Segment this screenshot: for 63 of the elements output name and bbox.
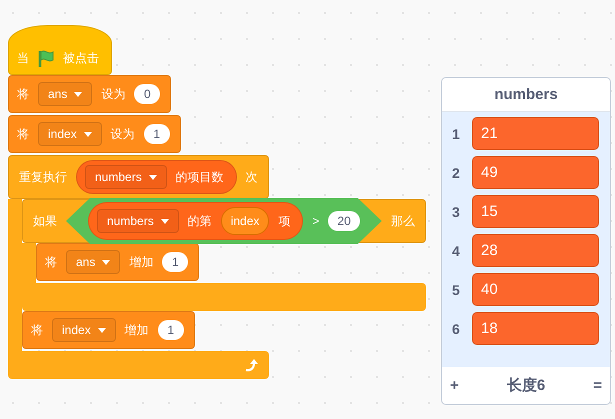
variable-dropdown[interactable]: numbers: [97, 209, 179, 233]
block-label: 重复执行: [19, 168, 67, 186]
item-index: 2: [452, 164, 461, 180]
block-label: 将: [31, 322, 43, 338]
number-field[interactable]: 1: [162, 252, 188, 272]
list-item-field[interactable]: 40: [472, 273, 599, 306]
stack-block[interactable]: 将 ans 增加 1: [36, 243, 200, 281]
block-label: 将: [17, 86, 29, 102]
variable-dropdown[interactable]: index: [52, 318, 116, 342]
caret-icon: [102, 260, 110, 264]
block-label: 当: [17, 50, 29, 67]
block-label: 的第: [188, 212, 212, 230]
block-label: 那么: [390, 212, 415, 230]
reporter-block[interactable]: numbers 的项目数: [76, 160, 237, 194]
block-label: 的项目数: [176, 168, 224, 186]
block-label: 设为: [101, 86, 126, 102]
block-label: 增加: [124, 322, 149, 338]
block-label: 次: [246, 168, 258, 186]
resize-handle[interactable]: =: [593, 377, 602, 394]
list-item-field[interactable]: 49: [472, 156, 599, 189]
block-label: 将: [17, 126, 29, 142]
caret-icon: [148, 174, 157, 180]
stack-block[interactable]: 将 ans 设为 0: [8, 75, 172, 113]
item-index: 6: [452, 320, 461, 336]
c-block-header[interactable]: 重复执行 numbers 的项目数 次: [8, 155, 269, 199]
number-field[interactable]: 20: [328, 211, 360, 231]
list-item-field[interactable]: 15: [472, 195, 599, 228]
number-field[interactable]: 1: [144, 124, 170, 144]
block-label: 如果: [33, 212, 57, 230]
item-index: 3: [452, 204, 461, 220]
reporter-block[interactable]: numbers 的第 index 项: [88, 202, 304, 240]
item-index: 4: [452, 242, 461, 258]
list-length: 长度6: [506, 376, 546, 395]
item-index: 5: [452, 282, 461, 298]
stack-block[interactable]: 将 index 设为 1: [8, 115, 181, 153]
flag-icon: [38, 50, 54, 68]
variable-dropdown[interactable]: ans: [66, 250, 120, 274]
variable-reporter[interactable]: index: [220, 207, 270, 235]
variable-dropdown[interactable]: ans: [38, 82, 92, 106]
add-item-button[interactable]: +: [450, 377, 459, 394]
caret-icon: [160, 218, 169, 224]
list-item-field[interactable]: 18: [472, 312, 599, 345]
list-item-field[interactable]: 21: [472, 117, 599, 150]
caret-icon: [84, 132, 92, 136]
block-label: 设为: [110, 126, 135, 142]
block-label: 项: [278, 212, 290, 230]
item-index: 1: [452, 126, 461, 142]
number-field[interactable]: 0: [134, 84, 160, 104]
block-label: 将: [45, 254, 57, 270]
caret-icon: [74, 92, 82, 96]
boolean-block[interactable]: numbers 的第 index 项 > 20: [66, 198, 382, 244]
block-label: 增加: [129, 254, 154, 270]
list-item-field[interactable]: 28: [472, 234, 599, 267]
block-label: >: [312, 214, 320, 228]
hat-block[interactable]: 当 被点击: [8, 25, 112, 75]
caret-icon: [98, 328, 106, 332]
c-block-header[interactable]: 如果 numbers 的第 index 项 > 20 那么: [22, 199, 426, 243]
number-field[interactable]: 1: [158, 320, 184, 340]
block-label: 被点击: [63, 50, 99, 67]
variable-dropdown[interactable]: numbers: [85, 165, 167, 189]
stack-block[interactable]: 将 index 增加 1: [22, 311, 195, 349]
loop-arrow-icon: [244, 358, 259, 372]
variable-dropdown[interactable]: index: [38, 122, 102, 146]
